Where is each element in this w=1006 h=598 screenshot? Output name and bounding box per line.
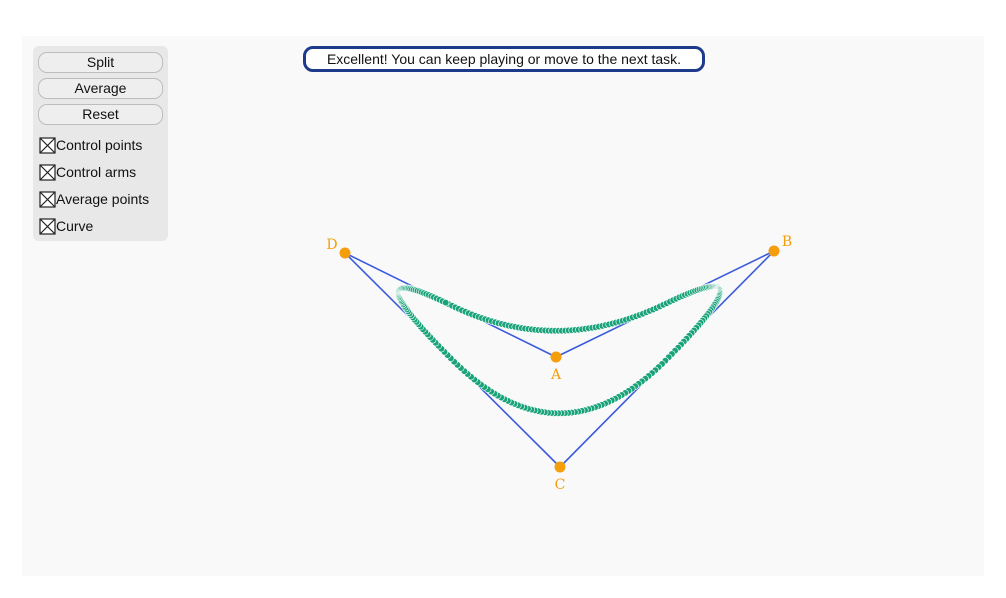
control-point-a[interactable] [550,351,562,363]
control-arms-toggle[interactable]: Control arms [39,162,136,182]
checked-box-icon[interactable] [39,163,56,181]
curve-label: Curve [56,218,94,234]
control-points-toggle[interactable]: Control points [39,135,142,155]
control-point-d[interactable] [339,247,351,259]
checked-box-icon[interactable] [39,136,56,154]
control-points[interactable]: A B C D [326,234,792,493]
curve-toggle[interactable]: Curve [39,216,93,236]
control-arms-label: Control arms [56,164,137,180]
average-point [442,299,450,307]
average-points-toggle[interactable]: Average points [39,189,149,209]
control-point-label-a: A [550,367,562,383]
control-panel: Split Average Reset Control points Contr… [33,46,168,241]
control-point-label-c: C [555,477,566,493]
status-message: Excellent! You can keep playing or move … [303,46,705,72]
average-button[interactable]: Average [38,78,163,99]
average-points-label: Average points [56,191,150,207]
control-point-b[interactable] [768,245,780,257]
control-point-label-b: B [782,234,792,250]
split-button[interactable]: Split [38,52,163,73]
reset-button[interactable]: Reset [38,104,163,125]
average-points [394,283,724,417]
control-point-label-d: D [326,237,337,253]
checked-box-icon[interactable] [39,217,56,235]
checked-box-icon[interactable] [39,190,56,208]
control-points-label: Control points [56,137,143,153]
control-point-c[interactable] [554,461,566,473]
